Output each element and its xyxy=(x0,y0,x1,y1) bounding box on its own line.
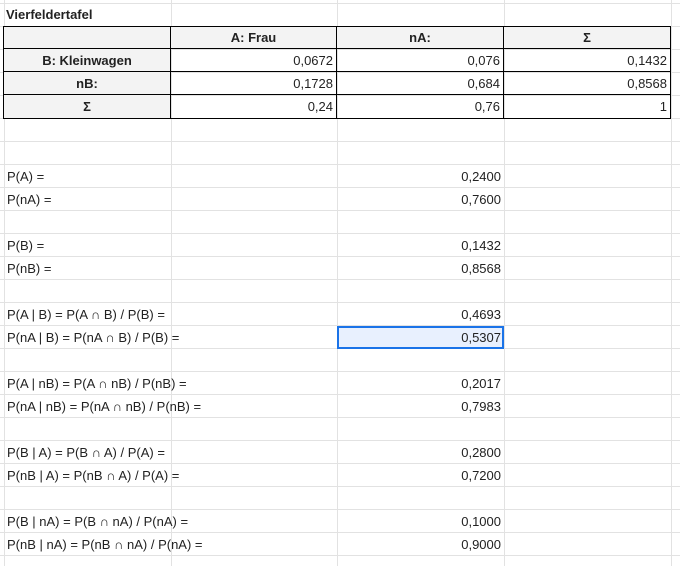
result-label-p-nb[interactable]: P(nB) = xyxy=(4,257,334,280)
table-cell[interactable]: 0,1728 xyxy=(171,72,337,95)
result-label-p-nb-given-a[interactable]: P(nB | A) = P(nB ∩ A) / P(A) = xyxy=(4,464,334,487)
result-value-p-a-given-b[interactable]: 0,4693 xyxy=(337,303,504,326)
result-value-p-b-given-a[interactable]: 0,2800 xyxy=(337,441,504,464)
table-cell[interactable]: 0,684 xyxy=(337,72,504,95)
table-cell[interactable]: 0,76 xyxy=(337,95,504,119)
result-value-p-b-given-na[interactable]: 0,1000 xyxy=(337,510,504,533)
row-header-b-kleinwagen[interactable]: B: Kleinwagen xyxy=(4,49,171,72)
table-cell[interactable]: 0,076 xyxy=(337,49,504,72)
table-cell[interactable]: 1 xyxy=(504,95,671,119)
result-label-p-nb-given-na[interactable]: P(nB | nA) = P(nB ∩ nA) / P(nA) = xyxy=(4,533,334,556)
result-label-p-b-given-na[interactable]: P(B | nA) = P(B ∩ nA) / P(nA) = xyxy=(4,510,334,533)
result-label-p-a[interactable]: P(A) = xyxy=(4,165,334,188)
table-cell[interactable]: 0,0672 xyxy=(171,49,337,72)
result-value-p-na-given-nb[interactable]: 0,7983 xyxy=(337,395,504,418)
result-value-p-b[interactable]: 0,1432 xyxy=(337,234,504,257)
column-header-a-frau[interactable]: A: Frau xyxy=(171,27,337,49)
table-cell[interactable]: 0,8568 xyxy=(504,72,671,95)
result-value-p-a-given-nb[interactable]: 0,2017 xyxy=(337,372,504,395)
result-value-p-na-given-b-selected-cell[interactable]: 0,5307 xyxy=(337,326,504,349)
result-label-p-na-given-b[interactable]: P(nA | B) = P(nA ∩ B) / P(B) = xyxy=(4,326,334,349)
row-header-sum[interactable]: Σ xyxy=(4,95,171,119)
row-header-nb[interactable]: nB: xyxy=(4,72,171,95)
result-value-p-a[interactable]: 0,2400 xyxy=(337,165,504,188)
table-cell[interactable]: 0,24 xyxy=(171,95,337,119)
column-header-na[interactable]: nA: xyxy=(337,27,504,49)
column-header-sum[interactable]: Σ xyxy=(504,27,671,49)
result-label-p-na-given-nb[interactable]: P(nA | nB) = P(nA ∩ nB) / P(nB) = xyxy=(4,395,334,418)
result-label-p-a-given-nb[interactable]: P(A | nB) = P(A ∩ nB) / P(nB) = xyxy=(4,372,334,395)
result-label-p-b-given-a[interactable]: P(B | A) = P(B ∩ A) / P(A) = xyxy=(4,441,334,464)
table-cell[interactable]: 0,1432 xyxy=(504,49,671,72)
result-value-p-nb-given-na[interactable]: 0,9000 xyxy=(337,533,504,556)
result-label-p-na[interactable]: P(nA) = xyxy=(4,188,334,211)
result-label-p-a-given-b[interactable]: P(A | B) = P(A ∩ B) / P(B) = xyxy=(4,303,334,326)
result-value-p-nb-given-a[interactable]: 0,7200 xyxy=(337,464,504,487)
result-label-p-b[interactable]: P(B) = xyxy=(4,234,334,257)
sheet-title-cell[interactable]: Vierfeldertafel xyxy=(3,3,303,26)
result-value-p-nb[interactable]: 0,8568 xyxy=(337,257,504,280)
result-value-p-na[interactable]: 0,7600 xyxy=(337,188,504,211)
table-corner-cell[interactable] xyxy=(4,27,171,49)
